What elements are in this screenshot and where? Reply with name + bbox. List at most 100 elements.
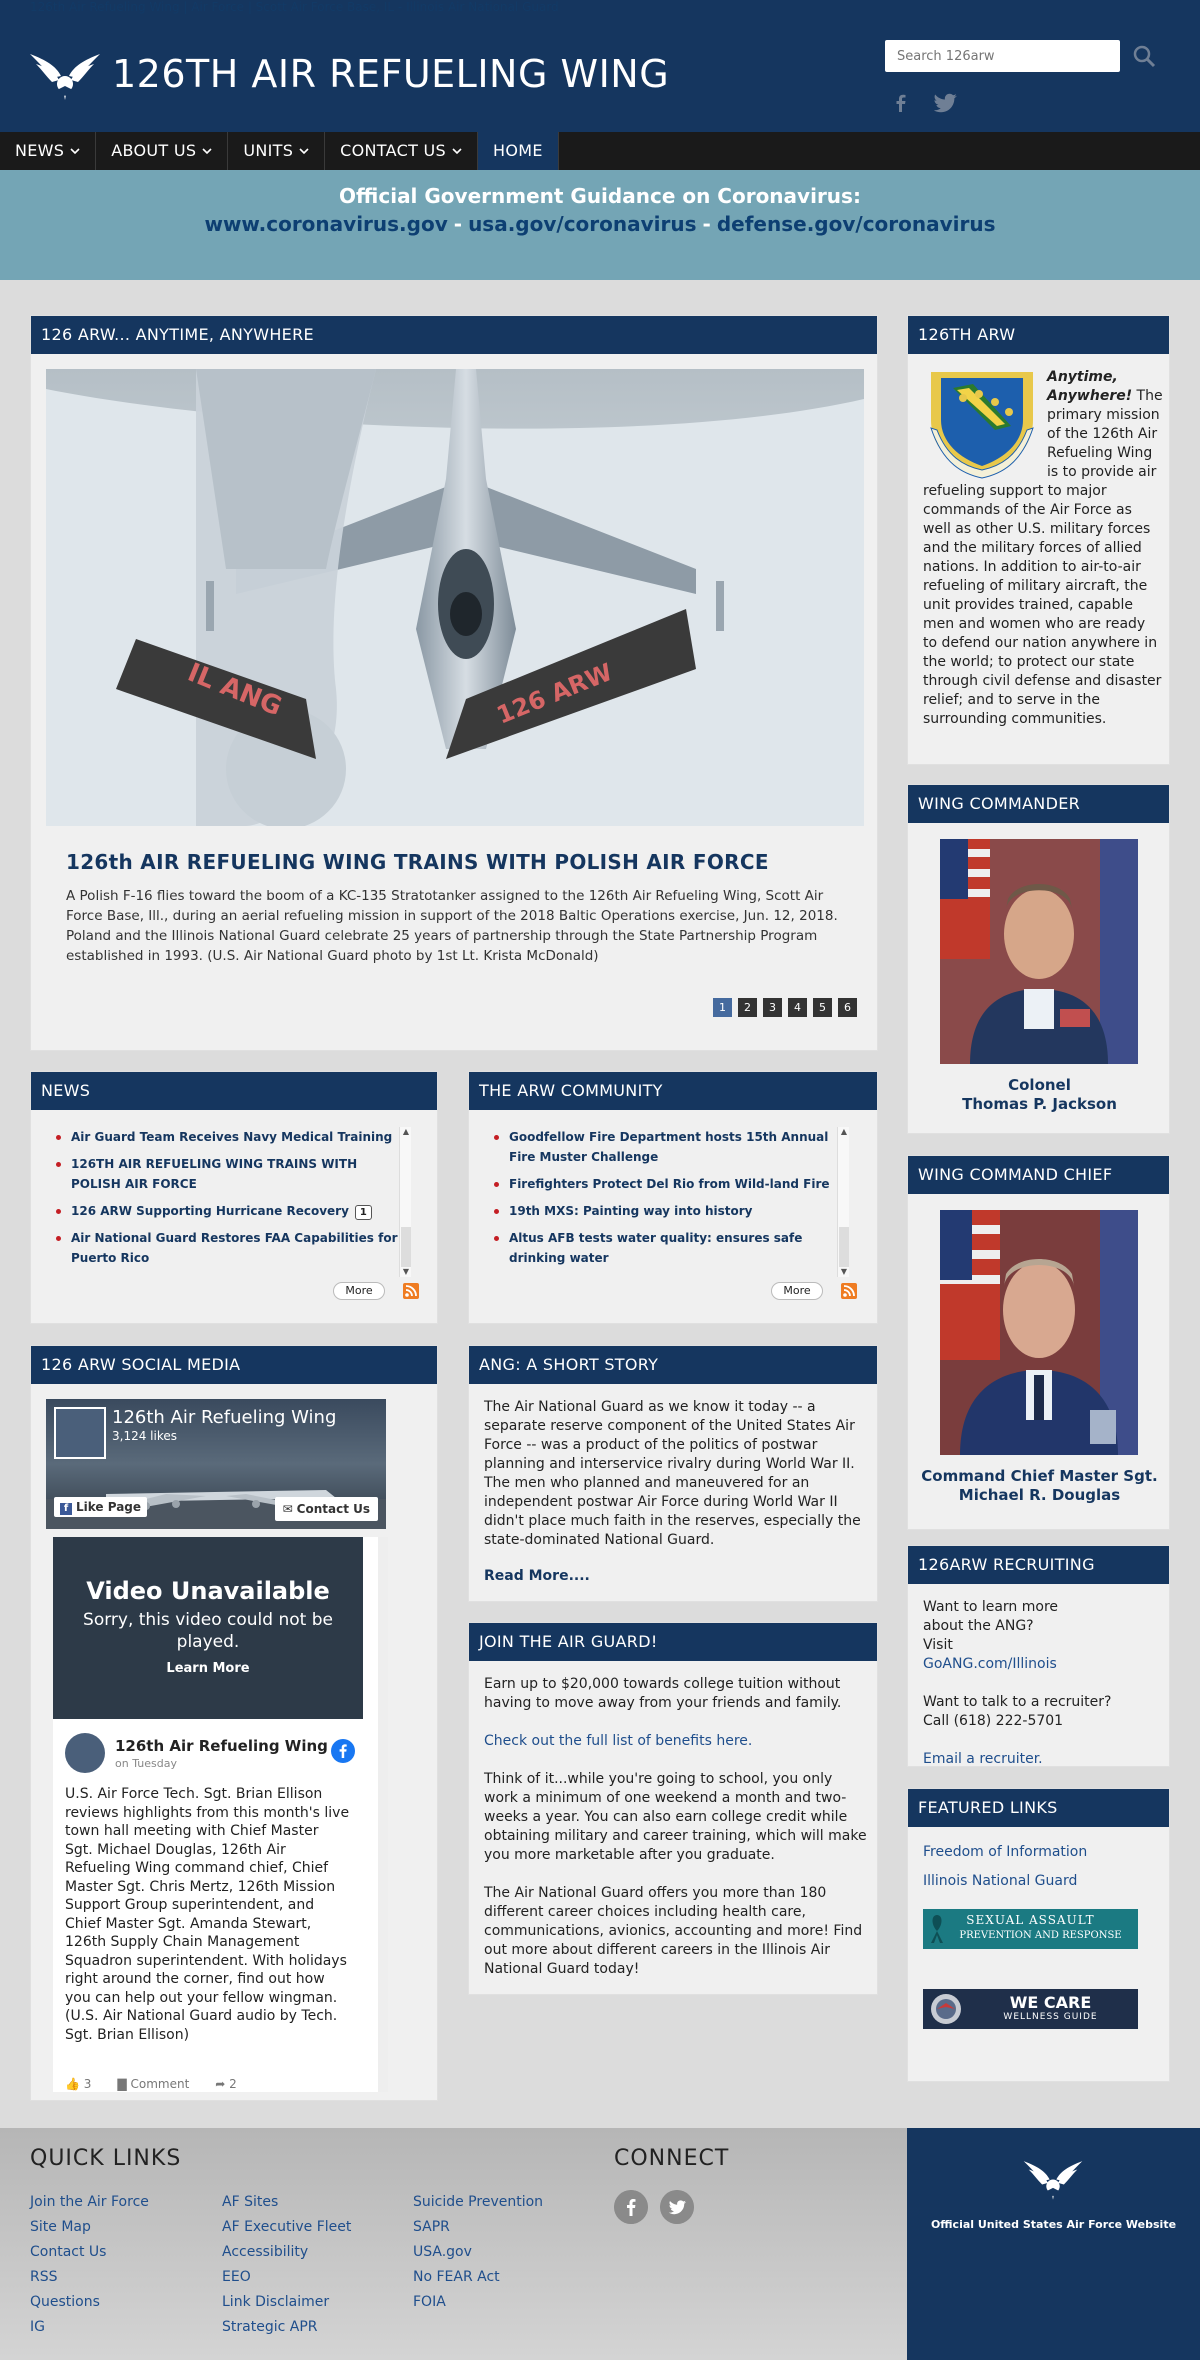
nav-about-us[interactable]: ABOUT US bbox=[96, 132, 229, 170]
footer-link[interactable]: Suicide Prevention bbox=[413, 2190, 543, 2215]
news-item-title[interactable]: 126TH AIR REFUELING WING TRAINS WITH POL… bbox=[71, 1157, 357, 1191]
email-recruiter-link[interactable]: Email a recruiter. bbox=[923, 1751, 1043, 1767]
carousel-page-1[interactable]: 1 bbox=[713, 998, 732, 1017]
list-item[interactable]: Air Guard Team Receives Navy Medical Tra… bbox=[46, 1127, 401, 1147]
footer-link[interactable]: Strategic APR bbox=[222, 2315, 351, 2340]
footer-link[interactable]: SAPR bbox=[413, 2215, 543, 2240]
footer-link[interactable]: IG bbox=[30, 2315, 149, 2340]
we-care-wellness-banner-link[interactable]: WE CARE WELLNESS GUIDE bbox=[923, 1989, 1138, 2029]
footer-link[interactable]: Accessibility bbox=[222, 2240, 351, 2265]
carousel-page-3[interactable]: 3 bbox=[763, 998, 782, 1017]
nav-units[interactable]: UNITS bbox=[228, 132, 326, 170]
facebook-page-name[interactable]: 126th Air Refueling Wing bbox=[112, 1407, 336, 1428]
carousel-page-2[interactable]: 2 bbox=[738, 998, 757, 1017]
video-unavailable-box[interactable]: Video Unavailable Sorry, this video coul… bbox=[53, 1537, 363, 1719]
list-item[interactable]: 126 ARW Supporting Hurricane Recovery 1 bbox=[46, 1201, 401, 1221]
footer-link[interactable]: EEO bbox=[222, 2265, 351, 2290]
nav-home[interactable]: HOME bbox=[478, 132, 559, 170]
twitter-icon[interactable] bbox=[660, 2190, 694, 2224]
site-title[interactable]: 126TH AIR REFUELING WING bbox=[112, 52, 669, 96]
nav-news[interactable]: NEWS bbox=[0, 132, 97, 170]
recruiter-phone[interactable]: Call (618) 222-5701 bbox=[923, 1713, 1063, 1729]
footer-link[interactable]: No FEAR Act bbox=[413, 2265, 543, 2290]
rss-icon[interactable] bbox=[403, 1283, 419, 1299]
coronavirus-gov-link[interactable]: www.coronavirus.gov bbox=[204, 212, 447, 236]
community-item-title[interactable]: 19th MXS: Painting way into history bbox=[509, 1204, 753, 1218]
usa-gov-coronavirus-link[interactable]: usa.gov/coronavirus bbox=[468, 212, 696, 236]
news-scrollbar[interactable]: ▲ ▼ bbox=[399, 1127, 411, 1277]
like-action[interactable]: 👍 3 bbox=[65, 2077, 91, 2091]
wing-commander-photo[interactable] bbox=[940, 839, 1138, 1064]
carousel-photo-f16-refueling[interactable]: IL ANG 126 ARW bbox=[46, 369, 864, 826]
scroll-down-icon[interactable]: ▼ bbox=[401, 1267, 411, 1277]
footer-link[interactable]: Questions bbox=[30, 2290, 149, 2315]
post-author[interactable]: 126th Air Refueling Wing bbox=[115, 1737, 328, 1755]
post-avatar[interactable] bbox=[65, 1733, 105, 1773]
facebook-page-cover[interactable]: 126th Air Refueling Wing 3,124 likes f Li… bbox=[46, 1399, 386, 1529]
feed-scrollbar[interactable] bbox=[378, 1537, 388, 2092]
facebook-feed: Video Unavailable Sorry, this video coul… bbox=[53, 1537, 378, 2092]
list-item[interactable]: Firefighters Protect Del Rio from Wild-l… bbox=[484, 1174, 839, 1194]
news-item-title[interactable]: 126 ARW Supporting Hurricane Recovery bbox=[71, 1204, 349, 1218]
command-chief-photo[interactable] bbox=[940, 1210, 1138, 1455]
share-action[interactable]: ➦ 2 bbox=[215, 2077, 237, 2091]
comment-action[interactable]: ▇ Comment bbox=[117, 2077, 189, 2091]
facebook-icon[interactable] bbox=[331, 1739, 355, 1763]
footer-link[interactable]: USA.gov bbox=[413, 2240, 543, 2265]
scroll-up-icon[interactable]: ▲ bbox=[839, 1127, 849, 1137]
carousel-page-4[interactable]: 4 bbox=[788, 998, 807, 1017]
carousel-story-title[interactable]: 126th AIR REFUELING WING TRAINS WITH POL… bbox=[66, 850, 769, 874]
list-item[interactable]: Goodfellow Fire Department hosts 15th An… bbox=[484, 1127, 839, 1167]
scroll-thumb[interactable] bbox=[401, 1227, 411, 1267]
news-item-title[interactable]: Air National Guard Restores FAA Capabili… bbox=[71, 1231, 398, 1265]
footer-link[interactable]: AF Sites bbox=[222, 2190, 351, 2215]
footer-link[interactable]: RSS bbox=[30, 2265, 149, 2290]
community-more-button[interactable]: More bbox=[771, 1282, 823, 1300]
goang-link[interactable]: GoANG.com/Illinois bbox=[923, 1656, 1057, 1672]
list-item[interactable]: 19th MXS: Painting way into history bbox=[484, 1201, 839, 1221]
coronavirus-banner-title: Official Government Guidance on Coronavi… bbox=[339, 184, 861, 208]
benefits-link[interactable]: Check out the full list of benefits here… bbox=[484, 1733, 752, 1749]
commander-name[interactable]: Thomas P. Jackson bbox=[908, 1094, 1171, 1114]
learn-more-link[interactable]: Learn More bbox=[53, 1661, 363, 1676]
footer-link[interactable]: Site Map bbox=[30, 2215, 149, 2240]
footer-link[interactable]: FOIA bbox=[413, 2290, 543, 2315]
like-page-button[interactable]: f Like Page bbox=[54, 1497, 148, 1517]
rss-icon[interactable] bbox=[841, 1283, 857, 1299]
scroll-up-icon[interactable]: ▲ bbox=[401, 1127, 411, 1137]
scroll-thumb[interactable] bbox=[839, 1227, 849, 1267]
list-item[interactable]: 126TH AIR REFUELING WING TRAINS WITH POL… bbox=[46, 1154, 401, 1194]
air-force-wings-logo-icon[interactable] bbox=[28, 40, 102, 106]
footer-link[interactable]: Link Disclaimer bbox=[222, 2290, 351, 2315]
community-item-title[interactable]: Firefighters Protect Del Rio from Wild-l… bbox=[509, 1177, 830, 1191]
carousel-page-5[interactable]: 5 bbox=[813, 998, 832, 1017]
search-icon[interactable] bbox=[1130, 42, 1158, 70]
freedom-of-information-link[interactable]: Freedom of Information bbox=[923, 1844, 1087, 1860]
nav-contact-us[interactable]: CONTACT US bbox=[325, 132, 478, 170]
footer-link[interactable]: AF Executive Fleet bbox=[222, 2215, 351, 2240]
air-force-website-block[interactable]: Official United States Air Force Website bbox=[907, 2128, 1200, 2360]
community-item-title[interactable]: Goodfellow Fire Department hosts 15th An… bbox=[509, 1130, 828, 1164]
community-scrollbar[interactable]: ▲ ▼ bbox=[837, 1127, 849, 1277]
sapr-banner-link[interactable]: SEXUAL ASSAULT PREVENTION AND RESPONSE bbox=[923, 1909, 1138, 1949]
footer-link[interactable]: Contact Us bbox=[30, 2240, 149, 2265]
news-more-button[interactable]: More bbox=[333, 1282, 385, 1300]
defense-gov-coronavirus-link[interactable]: defense.gov/coronavirus bbox=[717, 212, 996, 236]
facebook-page-avatar[interactable] bbox=[54, 1407, 106, 1459]
news-item-title[interactable]: Air Guard Team Receives Navy Medical Tra… bbox=[71, 1130, 392, 1144]
chief-name[interactable]: Michael R. Douglas bbox=[908, 1485, 1171, 1505]
contact-us-button[interactable]: ✉ Contact Us bbox=[274, 1497, 378, 1521]
list-item[interactable]: Air National Guard Restores FAA Capabili… bbox=[46, 1228, 401, 1268]
post-date[interactable]: on Tuesday bbox=[115, 1757, 177, 1770]
read-more-link[interactable]: Read More.... bbox=[484, 1568, 590, 1584]
facebook-icon[interactable] bbox=[614, 2190, 648, 2224]
community-item-title[interactable]: Altus AFB tests water quality: ensures s… bbox=[509, 1231, 802, 1265]
footer-link[interactable]: Join the Air Force bbox=[30, 2190, 149, 2215]
illinois-national-guard-link[interactable]: Illinois National Guard bbox=[923, 1873, 1077, 1889]
scroll-down-icon[interactable]: ▼ bbox=[839, 1267, 849, 1277]
facebook-icon[interactable] bbox=[890, 92, 912, 114]
twitter-icon[interactable] bbox=[934, 92, 958, 114]
carousel-page-6[interactable]: 6 bbox=[838, 998, 857, 1017]
search-input[interactable] bbox=[885, 40, 1120, 72]
list-item[interactable]: Altus AFB tests water quality: ensures s… bbox=[484, 1228, 839, 1268]
